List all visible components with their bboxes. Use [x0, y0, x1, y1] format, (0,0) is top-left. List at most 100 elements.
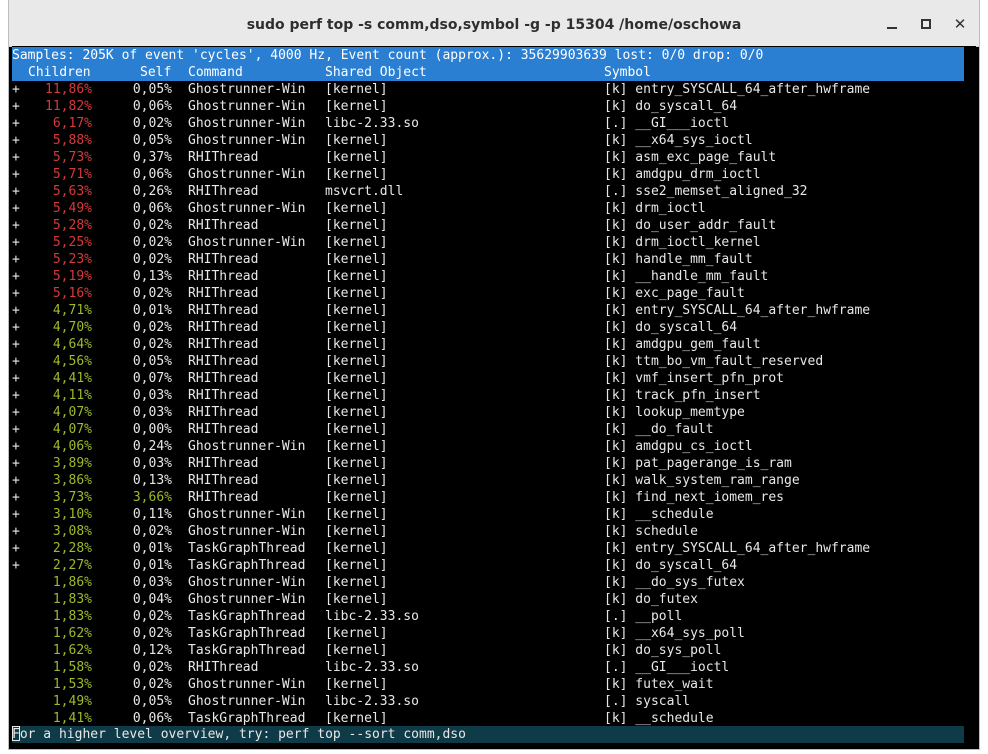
table-row[interactable]: +5,16% 0,02% RHIThread [kernel] [k] exc_page…: [12, 285, 964, 302]
self-percent: 0,06%: [132, 201, 172, 216]
table-row[interactable]: +4,70% 0,02% RHIThread [kernel] [k] do_sysca…: [12, 319, 964, 336]
children-percent: 5,28%: [52, 218, 92, 233]
expand-toggle[interactable]: +: [12, 404, 20, 421]
expand-toggle[interactable]: +: [12, 251, 20, 268]
expand-toggle[interactable]: +: [12, 472, 20, 489]
table-row[interactable]: +5,49% 0,06% Ghostrunner-Win [kernel] [k] dr…: [12, 200, 964, 217]
table-row[interactable]: 1,49% 0,05% Ghostrunner-Win libc-2.33.so [.]…: [12, 693, 964, 710]
expand-toggle[interactable]: +: [12, 523, 20, 540]
expand-toggle[interactable]: +: [12, 183, 20, 200]
command-cell: TaskGraphThread: [188, 643, 306, 658]
table-row[interactable]: +6,17% 0,02% Ghostrunner-Win libc-2.33.so [.…: [12, 115, 964, 132]
table-row[interactable]: +3,73% 3,66% RHIThread [kernel] [k] find_nex…: [12, 489, 964, 506]
table-row[interactable]: +2,28% 0,01% TaskGraphThread [kernel] [k] en…: [12, 540, 964, 557]
table-row[interactable]: +11,86% 0,05% Ghostrunner-Win [kernel] [k] e…: [12, 81, 964, 98]
shared-object-cell: [kernel]: [325, 456, 388, 471]
expand-toggle[interactable]: +: [12, 234, 20, 251]
self-percent: 0,11%: [132, 507, 172, 522]
expand-toggle[interactable]: +: [12, 302, 20, 319]
table-row[interactable]: +5,73% 0,37% RHIThread [kernel] [k] asm_exc_…: [12, 149, 964, 166]
children-percent: 5,19%: [52, 269, 92, 284]
table-row[interactable]: +4,11% 0,03% RHIThread [kernel] [k] track_pf…: [12, 387, 964, 404]
symbol-cell: [k] asm_exc_page_fault: [604, 150, 777, 165]
children-percent: 5,25%: [52, 235, 92, 250]
expand-toggle[interactable]: +: [12, 81, 20, 98]
shared-object-cell: [kernel]: [325, 252, 388, 267]
self-percent: 0,03%: [132, 405, 172, 420]
table-row[interactable]: +5,25% 0,02% Ghostrunner-Win [kernel] [k] dr…: [12, 234, 964, 251]
expand-toggle[interactable]: +: [12, 200, 20, 217]
table-row[interactable]: +2,27% 0,01% TaskGraphThread [kernel] [k] do…: [12, 557, 964, 574]
command-cell: RHIThread: [188, 354, 259, 369]
table-row[interactable]: +5,19% 0,13% RHIThread [kernel] [k] __handle…: [12, 268, 964, 285]
expand-toggle[interactable]: +: [12, 489, 20, 506]
expand-toggle[interactable]: +: [12, 115, 20, 132]
table-row[interactable]: +3,86% 0,13% RHIThread [kernel] [k] walk_sys…: [12, 472, 964, 489]
table-row[interactable]: +5,23% 0,02% RHIThread [kernel] [k] handle_m…: [12, 251, 964, 268]
command-cell: RHIThread: [188, 473, 259, 488]
symbol-cell: [k] ttm_bo_vm_fault_reserved: [604, 354, 824, 369]
command-cell: RHIThread: [188, 371, 259, 386]
command-cell: RHIThread: [188, 252, 259, 267]
table-row[interactable]: 1,83% 0,04% Ghostrunner-Win [kernel] [k] do_…: [12, 591, 964, 608]
table-row[interactable]: +4,07% 0,03% RHIThread [kernel] [k] lookup_m…: [12, 404, 964, 421]
symbol-cell: [.] __poll: [604, 609, 683, 624]
table-row[interactable]: 1,83% 0,02% TaskGraphThread libc-2.33.so [.]…: [12, 608, 964, 625]
expand-toggle[interactable]: +: [12, 98, 20, 115]
expand-toggle[interactable]: +: [12, 540, 20, 557]
table-row[interactable]: +11,82% 0,06% Ghostrunner-Win [kernel] [k] d…: [12, 98, 964, 115]
self-percent: 0,03%: [132, 575, 172, 590]
self-percent: 0,03%: [132, 456, 172, 471]
expand-toggle[interactable]: +: [12, 149, 20, 166]
expand-toggle[interactable]: +: [12, 166, 20, 183]
table-row[interactable]: 1,58% 0,02% RHIThread libc-2.33.so [.] __GI_…: [12, 659, 964, 676]
command-cell: RHIThread: [188, 150, 259, 165]
table-row[interactable]: +5,88% 0,05% Ghostrunner-Win [kernel] [k] __…: [12, 132, 964, 149]
table-row[interactable]: +4,06% 0,24% Ghostrunner-Win [kernel] [k] am…: [12, 438, 964, 455]
table-row[interactable]: 1,62% 0,02% TaskGraphThread [kernel] [k] __x…: [12, 625, 964, 642]
self-percent: 0,01%: [132, 558, 172, 573]
table-row[interactable]: +4,41% 0,07% RHIThread [kernel] [k] vmf_inse…: [12, 370, 964, 387]
symbol-cell: [k] handle_mm_fault: [604, 252, 753, 267]
table-row[interactable]: +5,28% 0,02% RHIThread [kernel] [k] do_user_…: [12, 217, 964, 234]
expand-toggle[interactable]: +: [12, 268, 20, 285]
self-percent: 0,04%: [132, 592, 172, 607]
expand-toggle[interactable]: +: [12, 217, 20, 234]
symbol-cell: [.] syscall: [604, 694, 691, 709]
expand-toggle[interactable]: +: [12, 506, 20, 523]
table-row[interactable]: 1,62% 0,12% TaskGraphThread [kernel] [k] do_…: [12, 642, 964, 659]
table-row[interactable]: 1,86% 0,03% Ghostrunner-Win [kernel] [k] __d…: [12, 574, 964, 591]
title-bar[interactable]: sudo perf top -s comm,dso,symbol -g -p 1…: [9, 0, 979, 47]
terminal-output[interactable]: Samples: 205K of event 'cycles', 4000 Hz…: [12, 46, 976, 746]
shared-object-cell: [kernel]: [325, 82, 388, 97]
table-row[interactable]: +5,63% 0,26% RHIThread msvcrt.dll [.] sse2_m…: [12, 183, 964, 200]
table-row[interactable]: +4,71% 0,01% RHIThread [kernel] [k] entry_SY…: [12, 302, 964, 319]
table-row[interactable]: +4,64% 0,02% RHIThread [kernel] [k] amdgpu_g…: [12, 336, 964, 353]
expand-toggle[interactable]: +: [12, 319, 20, 336]
close-button[interactable]: ✕: [948, 12, 972, 36]
children-percent: 2,28%: [52, 541, 92, 556]
minimize-button[interactable]: [880, 12, 904, 36]
expand-toggle[interactable]: +: [12, 132, 20, 149]
expand-toggle[interactable]: +: [12, 370, 20, 387]
table-row[interactable]: +3,10% 0,11% Ghostrunner-Win [kernel] [k] __…: [12, 506, 964, 523]
expand-toggle[interactable]: +: [12, 285, 20, 302]
table-row[interactable]: 1,41% 0,06% TaskGraphThread [kernel] [k] __s…: [12, 710, 964, 727]
expand-toggle[interactable]: +: [12, 455, 20, 472]
expand-toggle[interactable]: +: [12, 387, 20, 404]
expand-toggle[interactable]: +: [12, 421, 20, 438]
scrollbar[interactable]: [966, 46, 976, 746]
table-row[interactable]: +4,56% 0,05% RHIThread [kernel] [k] ttm_bo_v…: [12, 353, 964, 370]
expand-toggle[interactable]: +: [12, 336, 20, 353]
command-cell: Ghostrunner-Win: [188, 99, 306, 114]
table-row[interactable]: +5,71% 0,06% Ghostrunner-Win [kernel] [k] am…: [12, 166, 964, 183]
expand-toggle[interactable]: +: [12, 438, 20, 455]
table-row[interactable]: +4,07% 0,00% RHIThread [kernel] [k] __do_fau…: [12, 421, 964, 438]
table-row[interactable]: +3,08% 0,02% Ghostrunner-Win [kernel] [k] sc…: [12, 523, 964, 540]
maximize-button[interactable]: [914, 12, 938, 36]
expand-toggle[interactable]: +: [12, 353, 20, 370]
table-row[interactable]: +3,89% 0,03% RHIThread [kernel] [k] pat_page…: [12, 455, 964, 472]
table-row[interactable]: 1,53% 0,02% Ghostrunner-Win [kernel] [k] fut…: [12, 676, 964, 693]
self-percent: 0,02%: [132, 252, 172, 267]
expand-toggle[interactable]: +: [12, 557, 20, 574]
